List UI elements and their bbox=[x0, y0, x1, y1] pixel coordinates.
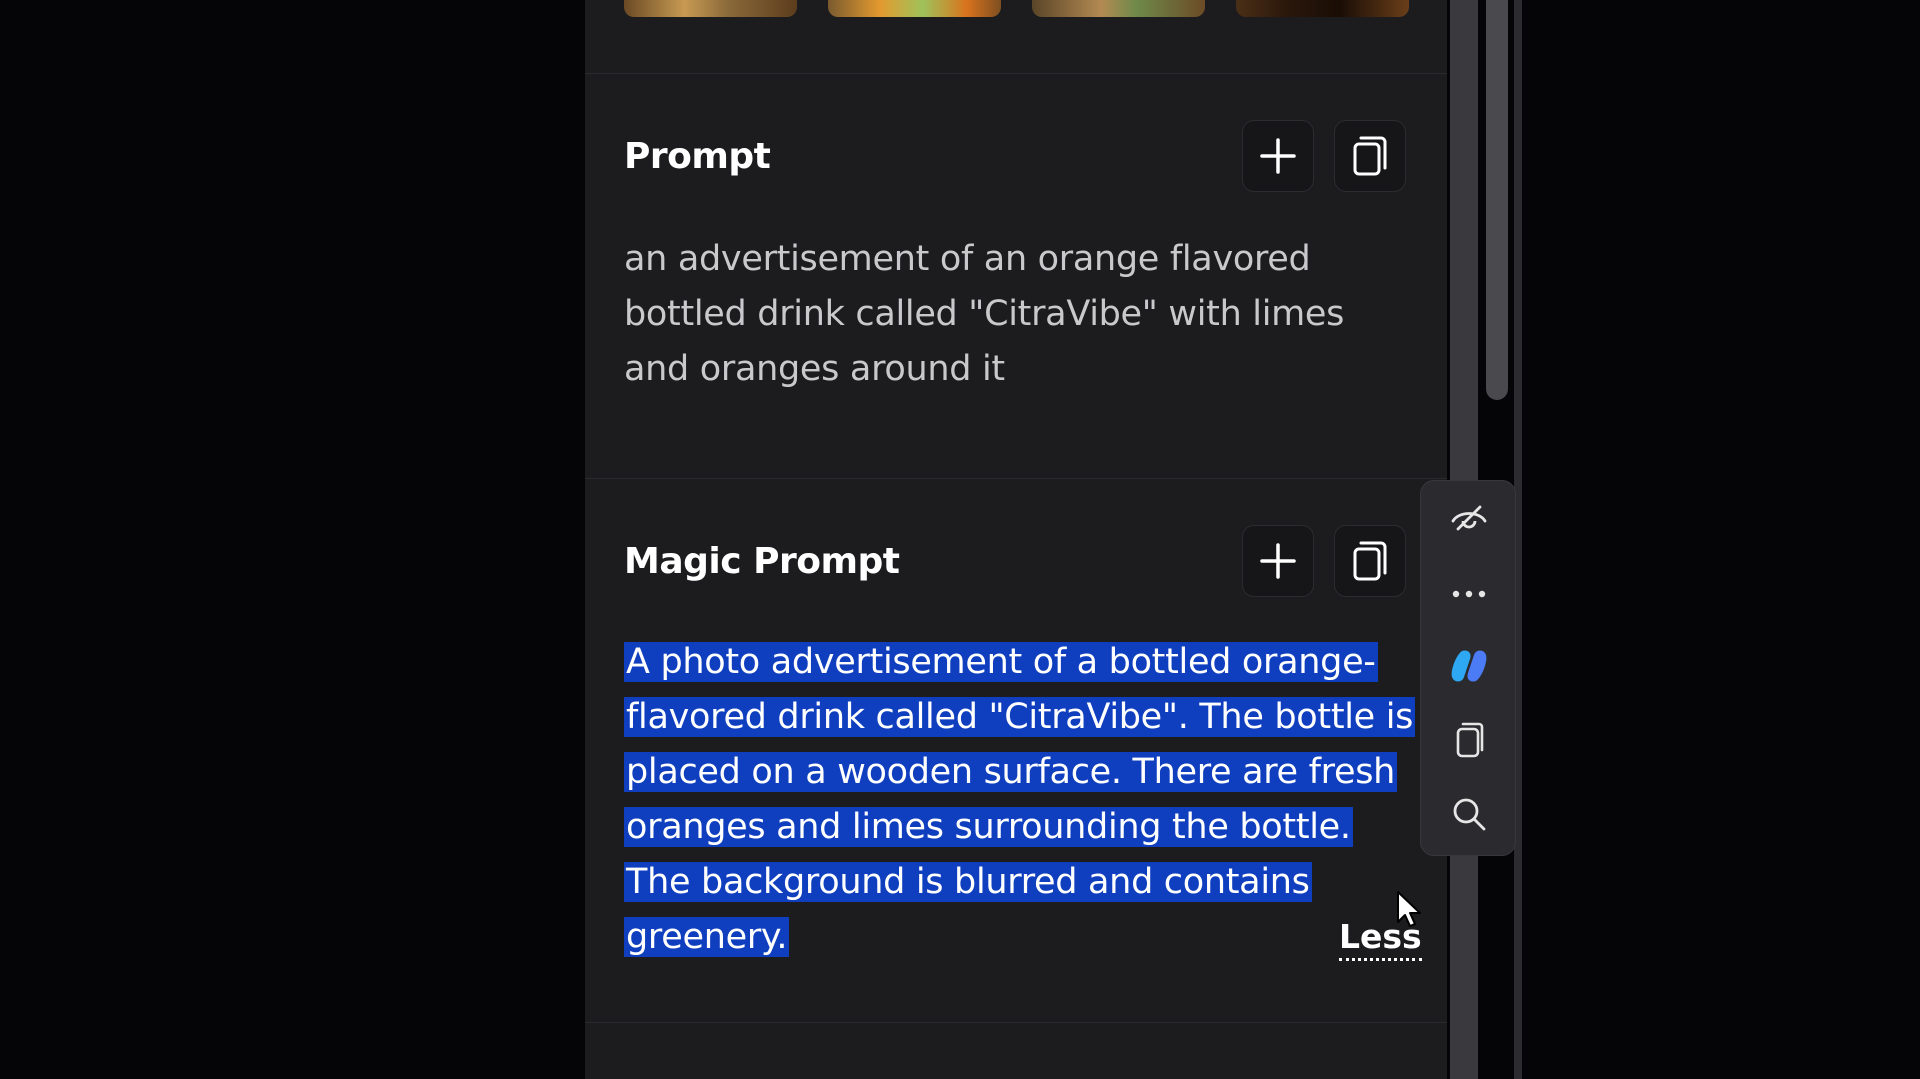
hide-button[interactable] bbox=[1421, 491, 1517, 551]
copilot-icon bbox=[1451, 650, 1487, 682]
prompt-section: Prompt an advertisement of an orange fla… bbox=[585, 74, 1447, 479]
copy-button[interactable] bbox=[1421, 710, 1517, 770]
search-button[interactable] bbox=[1421, 784, 1517, 844]
image-details-panel: Prompt an advertisement of an orange fla… bbox=[585, 0, 1447, 1079]
eye-off-icon bbox=[1451, 505, 1487, 531]
magic-prompt-title: Magic Prompt bbox=[624, 541, 900, 582]
more-button[interactable] bbox=[1421, 564, 1517, 624]
more-icon bbox=[1452, 590, 1486, 598]
thumbnail-2[interactable] bbox=[828, 0, 1001, 17]
copy-icon bbox=[1353, 541, 1387, 581]
prompt-title: Prompt bbox=[624, 136, 771, 177]
thumbnail-3[interactable] bbox=[1032, 0, 1205, 17]
plus-icon bbox=[1260, 138, 1296, 174]
magic-prompt-text[interactable]: A photo advertisement of a bottled orang… bbox=[624, 635, 1416, 965]
copilot-button[interactable] bbox=[1421, 636, 1517, 696]
prompt-copy-button[interactable] bbox=[1334, 120, 1406, 192]
copy-icon bbox=[1456, 722, 1484, 758]
magic-prompt-copy-button[interactable] bbox=[1334, 525, 1406, 597]
selection-toolbar bbox=[1420, 480, 1516, 856]
mouse-cursor-icon bbox=[1397, 891, 1421, 927]
app-window: Prompt an advertisement of an orange fla… bbox=[0, 0, 1920, 1079]
selected-text[interactable]: A photo advertisement of a bottled orang… bbox=[624, 642, 1416, 957]
thumbnail-4[interactable] bbox=[1236, 0, 1409, 17]
thumbnail-strip bbox=[585, 0, 1447, 74]
prompt-add-button[interactable] bbox=[1242, 120, 1314, 192]
search-icon bbox=[1453, 798, 1486, 831]
prompt-text: an advertisement of an orange flavored b… bbox=[624, 239, 1345, 389]
plus-icon bbox=[1260, 543, 1296, 579]
copy-icon bbox=[1353, 136, 1387, 176]
thumbnail-1[interactable] bbox=[624, 0, 797, 17]
page-scrollbar-thumb[interactable] bbox=[1486, 0, 1508, 400]
magic-prompt-add-button[interactable] bbox=[1242, 525, 1314, 597]
magic-prompt-section: Magic Prompt A photo advertisement of a … bbox=[585, 479, 1447, 1023]
